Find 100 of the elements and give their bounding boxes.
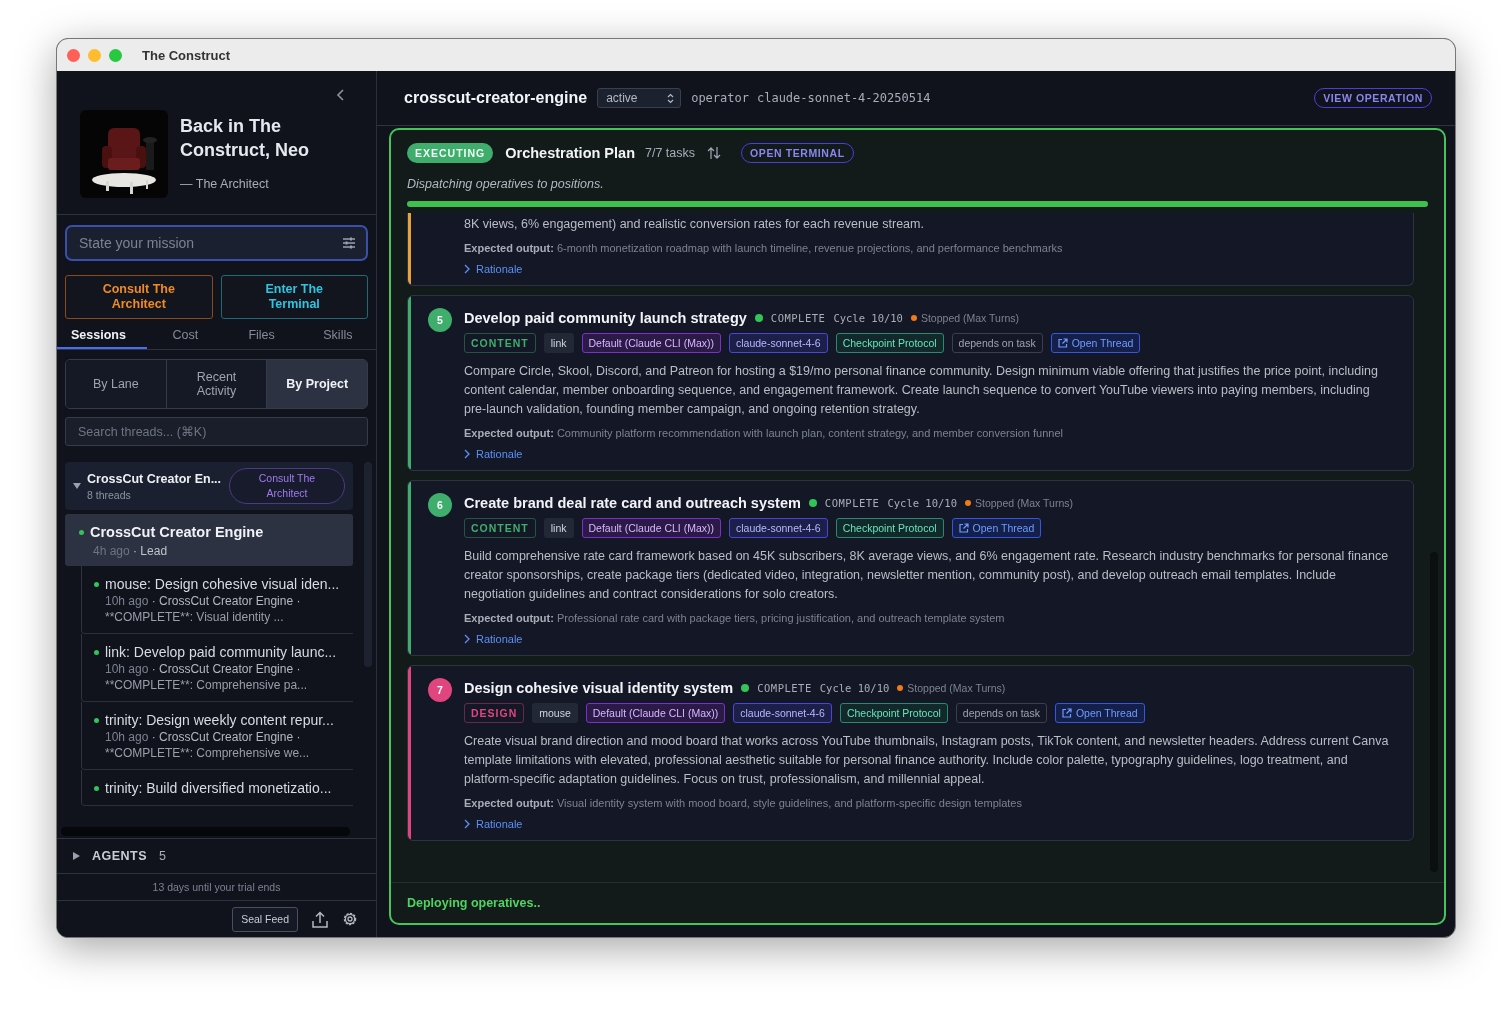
- thread-item[interactable]: link: Develop paid community launc... 10h ago · CrossCut Creator Engine · **COMPLETE**: Comprehensive pa...: [81, 634, 353, 702]
- agent-tag: link: [543, 333, 574, 353]
- category-tag: CONTENT: [464, 518, 536, 538]
- chevron-right-icon: [464, 449, 470, 459]
- greeting-attribution: — The Architect: [180, 177, 270, 191]
- search-field[interactable]: Search threads... (⌘K): [65, 417, 368, 446]
- thread-title: CrossCut Creator Engine: [90, 524, 264, 540]
- swap-arrows-icon[interactable]: [707, 146, 722, 160]
- thread-meta: 10h ago · CrossCut Creator Engine ·: [104, 730, 302, 744]
- upload-icon[interactable]: [312, 910, 328, 928]
- task-count: 7/7 tasks: [645, 146, 696, 160]
- external-link-icon: [1061, 708, 1072, 718]
- status-select[interactable]: active: [597, 88, 682, 108]
- status-dot: [808, 499, 817, 507]
- chevron-right-icon: [464, 634, 470, 644]
- thread-item[interactable]: CrossCut Creator Engine 4h ago · Lead: [65, 514, 353, 566]
- task-title: Develop paid community launch strategy: [464, 310, 747, 326]
- mission-field[interactable]: State your mission: [65, 225, 368, 261]
- task-title: Design cohesive visual identity system: [464, 680, 734, 696]
- operation-name: crosscut-creator-engine: [404, 89, 588, 107]
- task-status: COMPLETE: [824, 497, 880, 509]
- task-number: 7: [428, 678, 452, 702]
- task-status: COMPLETE: [770, 312, 826, 324]
- status-dot: [94, 581, 99, 587]
- status-dot: [94, 649, 99, 655]
- cycle-count: Cycle 10/10: [819, 682, 890, 694]
- sidebar-tab[interactable]: Skills: [299, 323, 376, 349]
- sidebar-tab[interactable]: Files: [223, 323, 300, 349]
- trial-notice: 13 days until your trial ends: [57, 873, 376, 901]
- model-tag: claude-sonnet-4-6: [729, 518, 828, 538]
- settings-icon[interactable]: [342, 911, 358, 927]
- status-badge: EXECUTING: [407, 143, 494, 163]
- thread-meta: 4h ago · Lead: [92, 544, 169, 558]
- thread-summary: **COMPLETE**: Comprehensive pa...: [104, 678, 309, 692]
- stop-reason: Stopped (Max Turns): [975, 497, 1074, 509]
- protocol-tag: Checkpoint Protocol: [835, 518, 944, 538]
- agents-label: AGENTS: [92, 849, 148, 863]
- thread-item[interactable]: trinity: Design weekly content repur... 10h ago · CrossCut Creator Engine · **COMPLETE**: Comprehensive we...: [81, 702, 353, 770]
- thread-count: 8 threads: [87, 488, 132, 501]
- project-header[interactable]: CrossCut Creator En... 8 threads Consult The Architect: [65, 462, 353, 510]
- status-dot: [910, 315, 917, 321]
- thread-summary: **COMPLETE**: Visual identity ...: [104, 610, 285, 624]
- model-tag: claude-sonnet-4-6: [733, 703, 832, 723]
- task-number: 5: [428, 308, 452, 332]
- task-description: Build comprehensive rate card framework based on 45K subscribers, 8K average views, and 6% engagement rate. Research industry benchmarks for personal finance creator sponsorships, create package tiers (dedicated video, integration, newsletter mention, community post), and develop outreach email templates. Include negotiation guidelines and contract considerations for solo creators.: [464, 548, 1390, 603]
- window-title: The Construct: [142, 47, 231, 63]
- profile-tag: Default (Claude CLI (Max)): [585, 703, 726, 723]
- external-link-icon: [958, 523, 969, 533]
- rationale-toggle[interactable]: Rationale: [464, 448, 523, 460]
- close-button[interactable]: [67, 48, 80, 62]
- task-number: 6: [428, 493, 452, 517]
- caret-icon[interactable]: [73, 482, 81, 490]
- rationale-toggle[interactable]: Rationale: [464, 263, 523, 275]
- consult-button[interactable]: Consult The Architect: [229, 468, 345, 504]
- status-dot: [741, 684, 750, 692]
- profile-tag: Default (Claude CLI (Max)): [581, 518, 721, 538]
- protocol-tag: Checkpoint Protocol: [839, 703, 948, 723]
- sidebar-tab[interactable]: Sessions: [57, 323, 148, 349]
- chevron-right-icon: [464, 264, 470, 274]
- sliders-icon: [343, 237, 355, 249]
- chevron-left-icon[interactable]: [336, 88, 346, 102]
- view-toggle[interactable]: Recent Activity: [165, 360, 267, 408]
- status-dot: [897, 685, 904, 691]
- view-toggle[interactable]: By Project: [266, 360, 367, 408]
- sidebar-tab[interactable]: Cost: [147, 323, 224, 349]
- protocol-tag: Checkpoint Protocol: [835, 333, 944, 353]
- thread-title: trinity: Build diversified monetizatio...: [105, 780, 332, 796]
- stop-reason: Stopped (Max Turns): [920, 312, 1019, 324]
- dependency-tag: depends on task: [955, 703, 1047, 723]
- agent-tag: mouse: [532, 703, 578, 723]
- thread-item[interactable]: trinity: Build diversified monetizatio...: [81, 770, 353, 806]
- expected-output: Expected output: 6-month monetization roadmap with launch timeline, revenue projections, and performance benchmarks: [464, 242, 1064, 254]
- consult-button[interactable]: Consult The Architect: [65, 275, 213, 319]
- rationale-toggle[interactable]: Rationale: [464, 633, 523, 645]
- chevron-right-icon: [464, 819, 470, 829]
- stop-reason: Stopped (Max Turns): [907, 682, 1006, 694]
- project-name: CrossCut Creator En...: [87, 471, 223, 486]
- status-dot: [94, 785, 99, 791]
- operator-label: operator: [691, 91, 749, 105]
- plan-title: Orchestration Plan: [505, 145, 635, 161]
- task-description: 8K views, 6% engagement) and realistic conversion rates for each revenue stream.: [464, 216, 925, 233]
- thread-item[interactable]: mouse: Design cohesive visual iden... 10h ago · CrossCut Creator Engine · **COMPLETE**: Visual identity ...: [81, 566, 353, 634]
- open-thread-button[interactable]: Open Thread: [951, 518, 1042, 538]
- agents-toggle[interactable]: AGENTS 5: [73, 849, 167, 863]
- expected-output: Expected output: Community platform recommendation with launch plan, content strategy, and member conversion funnel: [464, 427, 1064, 439]
- expected-output: Expected output: Visual identity system with mood board, style guidelines, and platform-specific design templates: [464, 797, 1023, 809]
- dependency-tag: depends on task: [951, 333, 1043, 353]
- view-toggle[interactable]: By Lane: [66, 360, 166, 408]
- plan-status-message: Deploying operatives..: [391, 882, 1444, 923]
- category-tag: CONTENT: [464, 333, 536, 353]
- status-dot: [965, 500, 971, 506]
- terminal-button[interactable]: Enter The Terminal: [220, 275, 368, 319]
- rationale-toggle[interactable]: Rationale: [464, 818, 523, 830]
- thread-title: mouse: Design cohesive visual iden...: [105, 576, 340, 592]
- thread-title: link: Develop paid community launc...: [105, 644, 337, 660]
- minimize-button[interactable]: [88, 48, 101, 62]
- zoom-button[interactable]: [109, 48, 122, 62]
- open-thread-button[interactable]: Open Thread: [1050, 333, 1141, 353]
- open-thread-button[interactable]: Open Thread: [1054, 703, 1145, 723]
- seal-feed-button[interactable]: Seal Feed: [232, 906, 298, 932]
